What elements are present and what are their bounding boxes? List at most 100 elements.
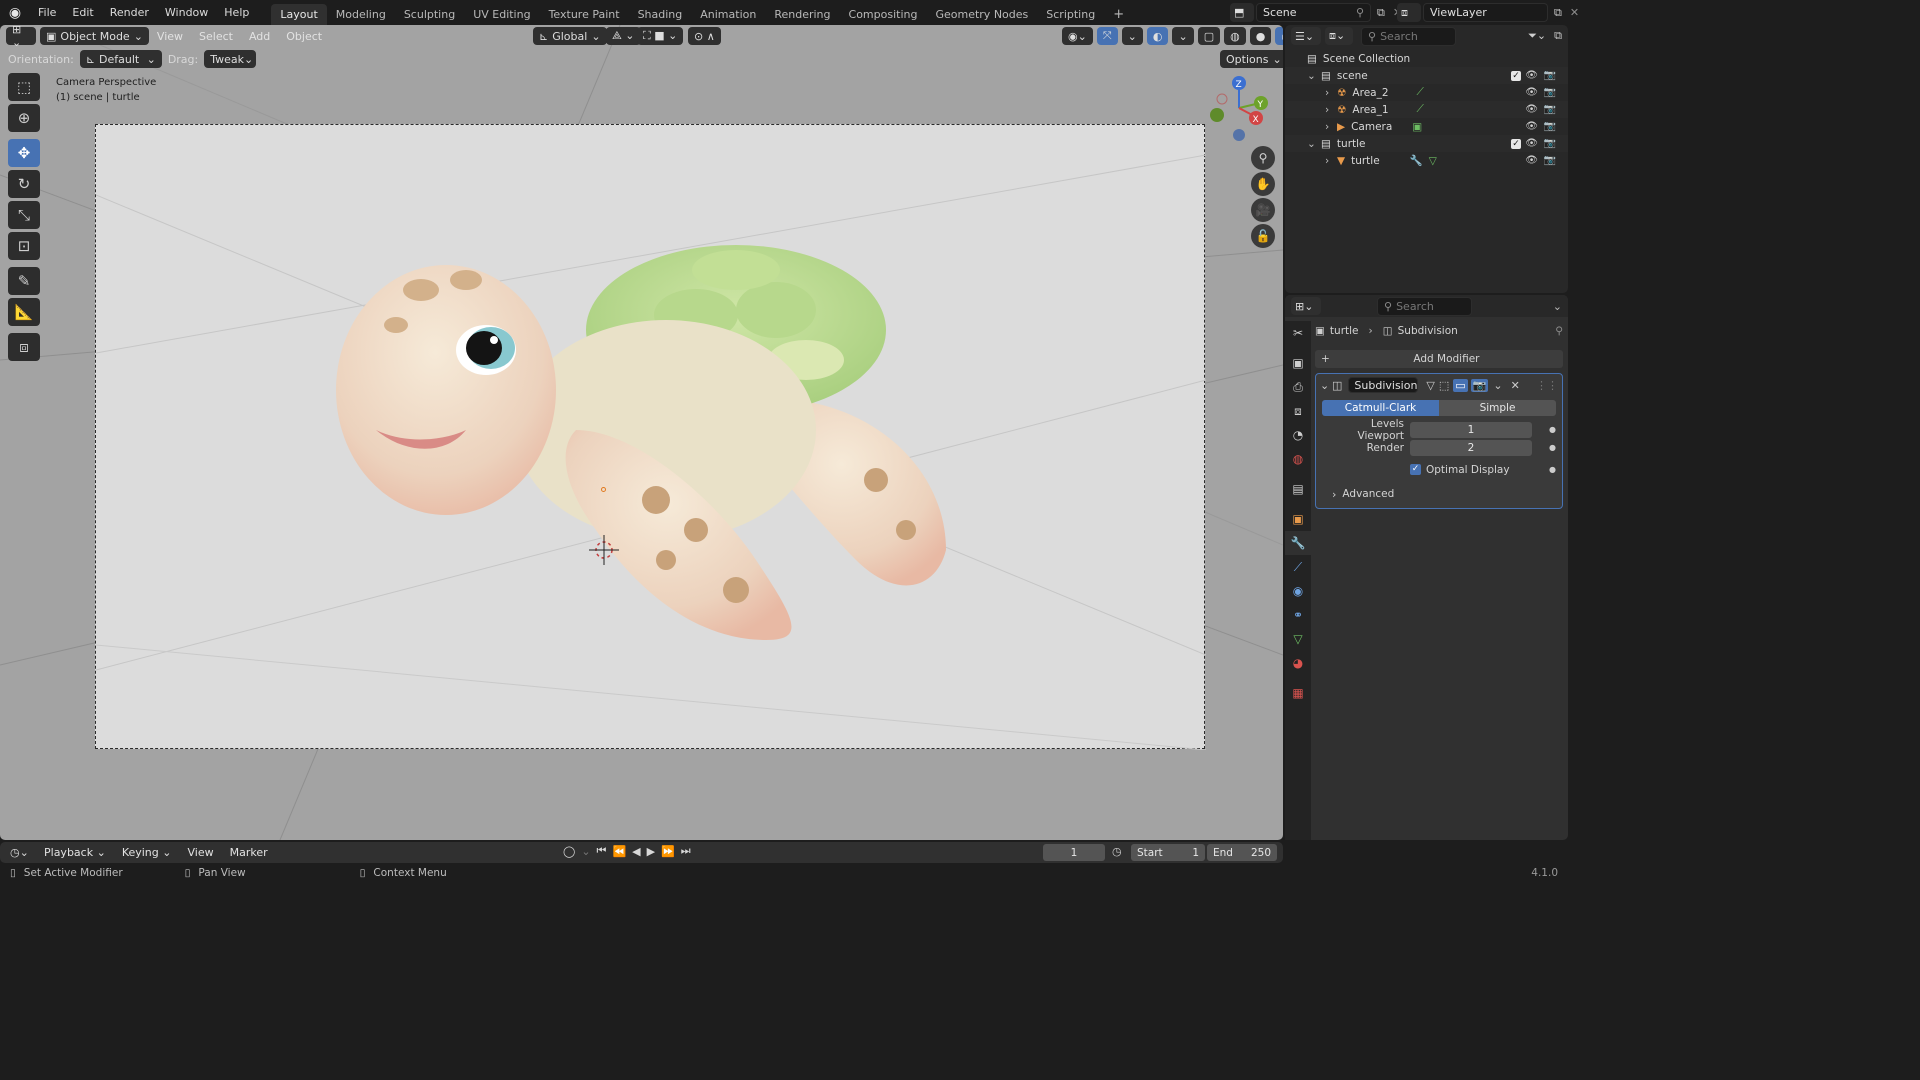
texture-tab-icon[interactable]: ▦ <box>1285 681 1311 705</box>
outliner-search-input[interactable]: ⚲ Search <box>1361 26 1456 46</box>
view-layer-tab-icon[interactable]: ⧈ <box>1285 399 1311 423</box>
tab-geometry-nodes[interactable]: Geometry Nodes <box>926 4 1037 25</box>
overlay-toggle-icon[interactable]: ◐ <box>1146 27 1169 45</box>
keyframe-dot-icon[interactable]: ● <box>1549 465 1556 474</box>
menu-file[interactable]: File <box>30 0 64 25</box>
data-tab-icon[interactable]: ▽ <box>1285 627 1311 651</box>
transform-orientation-selector[interactable]: ⊾ Global ⌄ <box>533 27 607 45</box>
outliner-row-area1[interactable]: › ☢ Area_1 ⟋ 👁 📷 <box>1285 101 1568 118</box>
camera-view-icon[interactable]: 🎥 <box>1251 198 1275 222</box>
shading-wireframe-icon[interactable]: ◍ <box>1224 27 1246 45</box>
render-camera-icon[interactable]: 📷 <box>1544 104 1556 115</box>
menu-view[interactable]: View <box>149 30 191 43</box>
new-scene-icon[interactable]: ⧉ <box>1377 6 1385 20</box>
auto-keying-icon[interactable]: ◯ <box>563 845 575 858</box>
chevron-down-icon[interactable]: ⌄ <box>1307 138 1321 150</box>
realtime-toggle-icon[interactable]: ▭ <box>1453 378 1468 392</box>
collection-tab-icon[interactable]: ▤ <box>1285 477 1311 501</box>
xray-icon[interactable]: ▢ <box>1197 27 1221 45</box>
view-layer-field[interactable]: ViewLayer <box>1423 3 1548 22</box>
keyframe-dot-icon[interactable]: ● <box>1549 443 1556 452</box>
render-camera-icon[interactable]: 📷 <box>1544 138 1556 149</box>
add-workspace-button[interactable]: + <box>1104 4 1133 25</box>
menu-render[interactable]: Render <box>102 0 157 25</box>
shading-solid-icon[interactable]: ● <box>1249 27 1272 45</box>
outliner-row-area2[interactable]: › ☢ Area_2 ⟋ 👁 📷 <box>1285 84 1568 101</box>
levels-viewport-field[interactable]: 1 <box>1410 421 1532 438</box>
add-cube-icon[interactable]: ⧈ <box>8 333 40 361</box>
outliner-row-camera[interactable]: › ▶ Camera ▣ 👁 📷 <box>1285 118 1568 135</box>
physics-tab-icon[interactable]: ◉ <box>1285 579 1311 603</box>
filter-icon[interactable]: ⏷⌄ <box>1528 29 1546 43</box>
render-camera-icon[interactable]: 📷 <box>1544 87 1556 98</box>
play-reverse-icon[interactable]: ◀ <box>632 845 640 858</box>
eye-icon[interactable]: 👁 <box>1525 155 1538 166</box>
menu-object[interactable]: Object <box>278 30 330 43</box>
chevron-right-icon[interactable]: › <box>1325 104 1337 116</box>
render-toggle-icon[interactable]: 📷 <box>1470 378 1489 392</box>
pin-icon[interactable]: ⚲ <box>1555 325 1563 337</box>
tab-compositing[interactable]: Compositing <box>840 4 927 25</box>
scene-name-field[interactable]: Scene ⚲ <box>1256 3 1371 22</box>
scene-tab-icon[interactable]: ◔ <box>1285 423 1311 447</box>
pan-hand-icon[interactable]: ✋ <box>1251 172 1275 196</box>
tool-tab-icon[interactable]: ✂ <box>1285 321 1311 345</box>
gizmo-toggle-icon[interactable]: ⤧ <box>1096 27 1118 45</box>
outliner-row-scene[interactable]: ⌄ ▤ scene ✓ 👁 📷 <box>1285 67 1568 84</box>
modifier-tab-icon[interactable]: 🔧 <box>1285 531 1311 555</box>
tab-rendering[interactable]: Rendering <box>765 4 839 25</box>
chevron-right-icon[interactable]: › <box>1325 87 1337 99</box>
chevron-down-icon[interactable]: ⌄ <box>1493 379 1502 392</box>
3d-cursor[interactable] <box>589 535 619 565</box>
eye-icon[interactable]: 👁 <box>1525 121 1538 132</box>
scene-collection-row[interactable]: ▤ Scene Collection <box>1285 50 1568 67</box>
render-levels-field[interactable]: 2 <box>1410 439 1532 456</box>
new-view-layer-icon[interactable]: ⧉ <box>1554 6 1562 20</box>
material-tab-icon[interactable]: ◕ <box>1285 651 1311 675</box>
keyframe-dot-icon[interactable]: ● <box>1549 425 1556 434</box>
advanced-subpanel-header[interactable]: › Advanced <box>1322 484 1556 504</box>
mode-selector[interactable]: ▣ Object Mode ⌄ <box>40 27 149 45</box>
menu-keying[interactable]: Keying ⌄ <box>114 846 180 859</box>
menu-help[interactable]: Help <box>216 0 257 25</box>
menu-edit[interactable]: Edit <box>64 0 101 25</box>
tab-texture-paint[interactable]: Texture Paint <box>540 4 629 25</box>
proportional-edit-toggle[interactable]: ⊙ ∧ <box>688 27 721 45</box>
3d-viewport[interactable]: ⊞ ⌄ ▣ Object Mode ⌄ View Select Add Obje… <box>0 25 1283 840</box>
cursor-icon[interactable]: ⊕ <box>8 104 40 132</box>
jump-start-icon[interactable]: ⏮ <box>597 844 607 858</box>
outliner-row-turtle-mesh[interactable]: › ▼ turtle 🔧 ▽ 👁 📷 <box>1285 152 1568 169</box>
exclude-checkbox[interactable]: ✓ <box>1511 70 1521 81</box>
view-layer-icon[interactable]: ⧈ <box>1397 3 1421 22</box>
collapse-chevron-icon[interactable]: ⌄ <box>1320 379 1332 392</box>
annotate-icon[interactable]: ✎ <box>8 267 40 295</box>
end-frame-field[interactable]: End 250 <box>1207 844 1277 861</box>
clock-icon[interactable]: ◷ <box>1112 845 1122 858</box>
blender-logo-icon[interactable]: ◉ <box>0 5 30 21</box>
menu-timeline-view[interactable]: View <box>179 846 221 859</box>
cage-toggle-icon[interactable]: ⬚ <box>1439 379 1449 392</box>
scale-icon[interactable]: ⤡ <box>8 201 40 229</box>
render-tab-icon[interactable]: ▣ <box>1285 351 1311 375</box>
tab-scripting[interactable]: Scripting <box>1037 4 1104 25</box>
play-icon[interactable]: ▶ <box>647 845 655 858</box>
particles-tab-icon[interactable]: ⟋ <box>1285 555 1311 579</box>
close-icon[interactable]: ✕ <box>1511 379 1520 392</box>
orientation-dropdown[interactable]: ⊾ Default ⌄ <box>79 50 162 68</box>
shading-material-icon[interactable]: ◑ <box>1275 27 1283 45</box>
tab-modeling[interactable]: Modeling <box>327 4 395 25</box>
move-icon[interactable]: ✥ <box>8 139 40 167</box>
edit-mode-toggle-icon[interactable]: ▽ <box>1426 379 1434 392</box>
gizmo-dropdown-icon[interactable]: ⌄ <box>1121 27 1143 45</box>
select-box-icon[interactable]: ⬚ <box>8 73 40 101</box>
exclude-checkbox[interactable]: ✓ <box>1511 138 1521 149</box>
remove-view-layer-icon[interactable]: ✕ <box>1570 6 1579 19</box>
eye-icon[interactable]: 👁 <box>1525 138 1538 149</box>
render-camera-icon[interactable]: 📷 <box>1544 155 1556 166</box>
visibility-icon[interactable]: ◉⌄ <box>1062 27 1093 45</box>
add-modifier-button[interactable]: + Add Modifier <box>1315 350 1563 368</box>
zoom-icon[interactable]: ⚲ <box>1251 146 1275 170</box>
optimal-display-checkbox[interactable]: ✓ <box>1410 464 1421 475</box>
scene-type-icon[interactable]: ⬒ <box>1230 3 1254 22</box>
timeline-editor-icon[interactable]: ◷⌄ <box>6 844 36 862</box>
